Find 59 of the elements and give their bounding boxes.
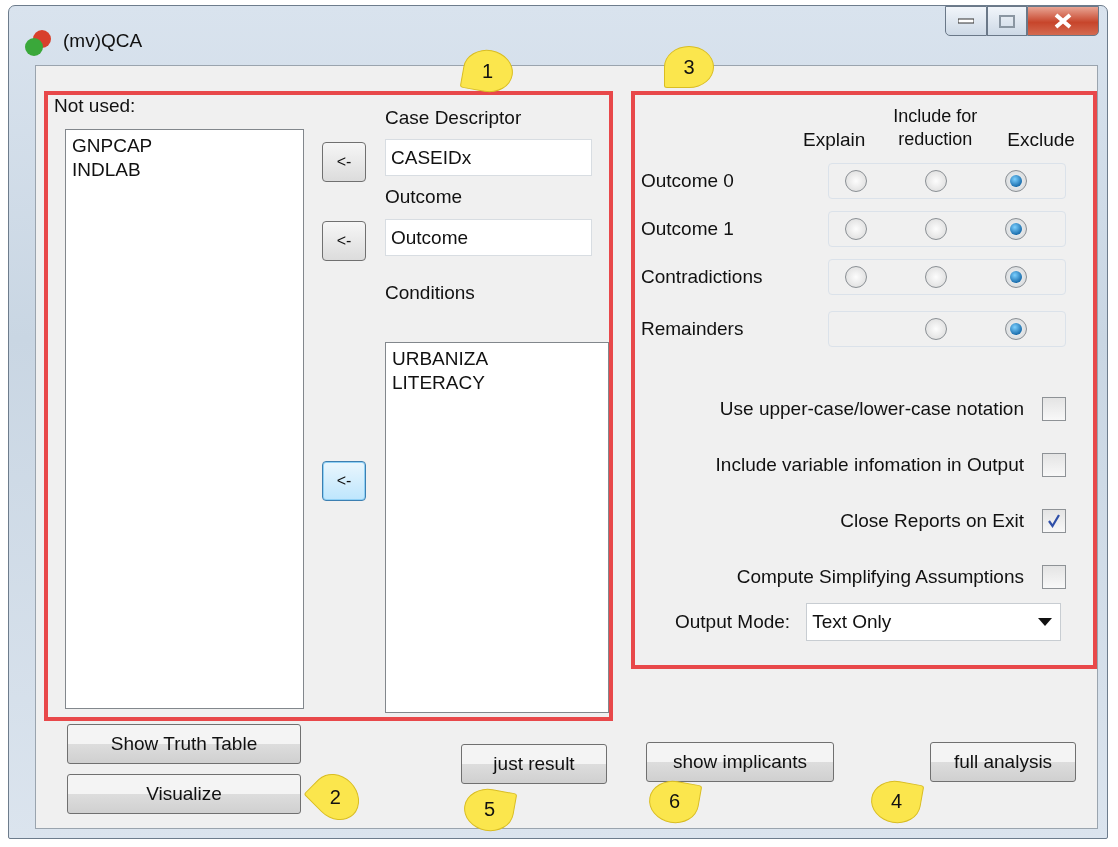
close-button[interactable] [1027,6,1099,36]
checkbox[interactable] [1042,509,1066,533]
radio-button[interactable] [1005,318,1027,340]
column-header: Explain [803,128,866,151]
radio-button[interactable] [1005,218,1027,240]
maximize-button[interactable] [987,6,1027,36]
list-item[interactable]: INDLAB [72,158,297,182]
dropdown-arrow-icon [1038,618,1053,626]
checkbox[interactable] [1042,397,1066,421]
radio-button[interactable] [925,318,947,340]
field-label: Outcome [385,186,464,209]
outcome-field[interactable]: Outcome [385,219,592,256]
run-button[interactable]: just result [461,744,607,784]
checkbox-label: Compute Simplifying Assumptions [736,566,1024,588]
list-item[interactable]: LITERACY [392,371,602,395]
row-label: Outcome 1 [641,218,735,240]
checkbox[interactable] [1042,453,1066,477]
checkbox[interactable] [1042,565,1066,589]
radio-button[interactable] [845,170,867,192]
field-label: Case Descriptor [385,107,523,130]
list-item[interactable]: URBANIZA [392,347,602,371]
column-header: Include for reduction [892,105,979,151]
radio-button[interactable] [925,266,947,288]
minimize-button[interactable] [945,6,987,36]
radio-button[interactable] [845,218,867,240]
list-label: Not used: [54,95,137,118]
callout: 3 [664,46,714,88]
run-button[interactable]: full analysis [930,742,1076,782]
list-item[interactable]: GNPCAP [72,134,297,158]
radio-button[interactable] [925,218,947,240]
action-button[interactable]: Show Truth Table [67,724,301,764]
radio-button[interactable] [925,170,947,192]
window-title: (mv)QCA [63,30,143,52]
checkbox-label: Use upper-case/lower-case notation [719,398,1024,420]
column-header: Exclude [1007,128,1075,151]
field-label: Output Mode: [675,611,791,633]
move-button[interactable]: <- [322,142,366,182]
check-icon [1046,513,1062,529]
move-button[interactable]: <- [322,461,366,501]
radio-button[interactable] [1005,266,1027,288]
move-button[interactable]: <- [322,221,366,261]
output-mode-dropdown[interactable]: Text Only [806,603,1062,641]
row-label: Contradictions [641,266,764,288]
run-button[interactable]: show implicants [646,742,834,782]
close-icon [1053,13,1073,29]
row-label: Outcome 0 [641,170,735,192]
field-label: Conditions [385,282,476,305]
checkbox-label: Close Reports on Exit [840,510,1024,532]
radio-button[interactable] [845,266,867,288]
minimize-icon [958,18,974,24]
maximize-icon [999,14,1015,28]
radio-button[interactable] [1005,170,1027,192]
case-descriptor-field[interactable]: CASEIDx [385,139,592,176]
variable-list[interactable]: GNPCAP INDLAB [65,129,304,709]
checkbox-label: Include variable infomation in Output [715,454,1024,476]
app-icon [23,28,53,58]
action-button[interactable]: Visualize [67,774,301,814]
conditions-list[interactable]: URBANIZA LITERACY [385,342,609,713]
row-label: Remainders [641,318,745,340]
